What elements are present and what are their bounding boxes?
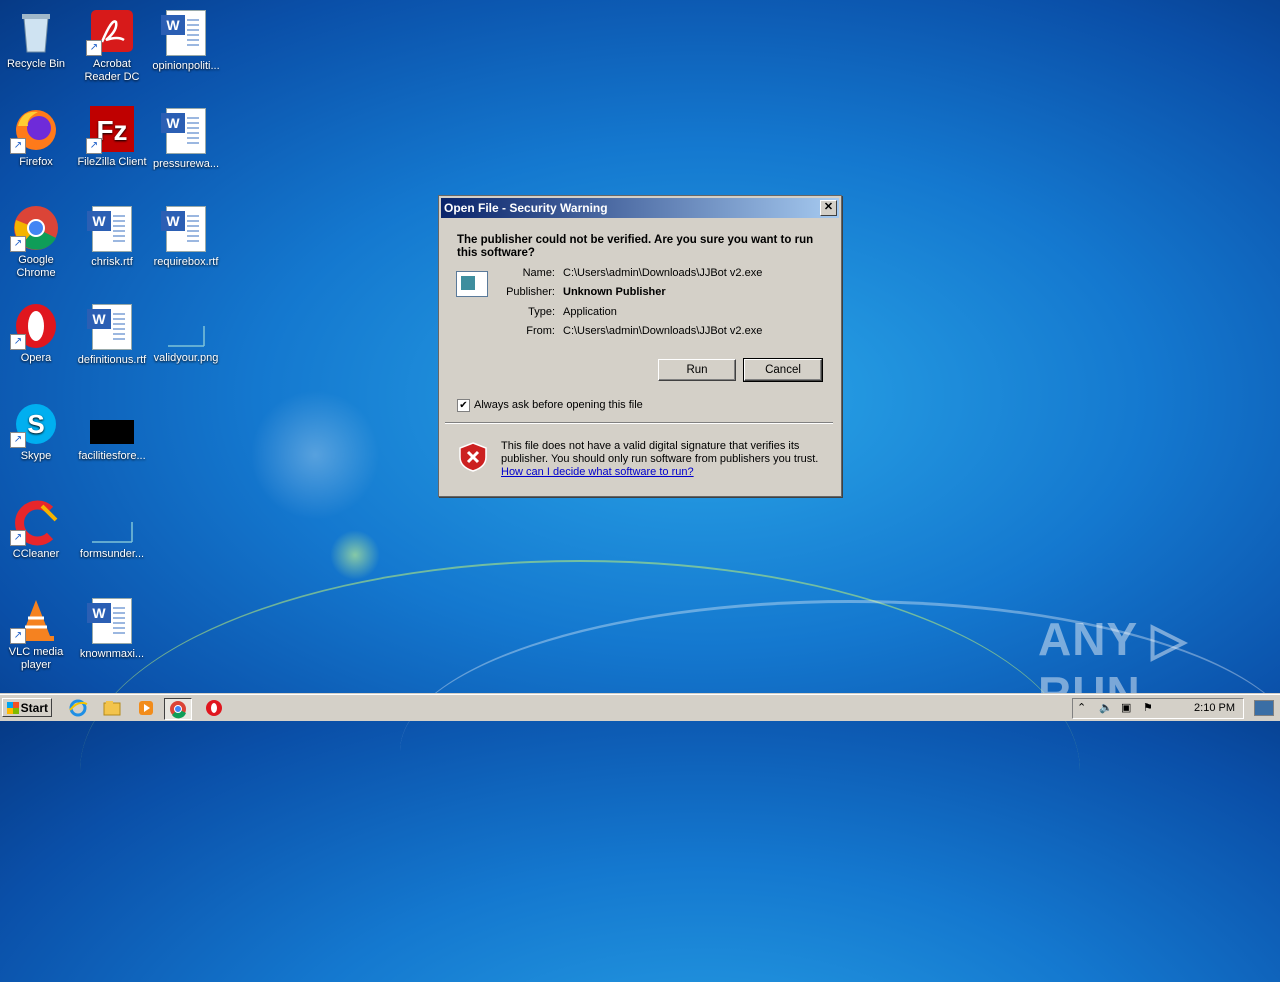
action-center-flag-icon[interactable]: ⚑ <box>1143 699 1153 718</box>
file-explorer-icon[interactable] <box>102 698 122 718</box>
skype-icon: S ↗ <box>10 400 60 448</box>
network-icon[interactable]: ▣ <box>1121 699 1131 718</box>
ccleaner-icon: ↗ <box>10 498 60 546</box>
desktop-icon-chrisk[interactable]: W chrisk.rtf <box>74 204 150 269</box>
word-document-icon: W <box>161 206 210 254</box>
shortcut-arrow-icon: ↗ <box>10 334 26 350</box>
desktop-icon-formsunder[interactable]: formsunder... <box>74 498 150 561</box>
help-link[interactable]: How can I decide what software to run? <box>501 466 694 478</box>
desktop-icon-firefox[interactable]: ↗ Firefox <box>0 106 74 169</box>
field-value: Application <box>563 306 617 318</box>
recycle-bin-icon <box>12 8 60 56</box>
acrobat-reader-icon: ↗ <box>86 8 136 56</box>
desktop-icon-opera[interactable]: ↗ Opera <box>0 302 74 365</box>
publisher-question: The publisher could not be verified. Are… <box>457 234 814 259</box>
start-label: Start <box>20 701 48 715</box>
word-document-icon: W <box>87 206 136 254</box>
taskbar: Start ⌃ 🔈 ▣ ⚑ 2:10 PM <box>0 694 1280 721</box>
internet-explorer-icon[interactable] <box>68 698 88 718</box>
desktop-icon-vlc[interactable]: ↗ VLC media player <box>0 596 74 672</box>
desktop-icon-knownmaxi[interactable]: W knownmaxi... <box>74 596 150 661</box>
shortcut-arrow-icon: ↗ <box>10 530 26 546</box>
run-button[interactable]: Run <box>658 359 736 381</box>
word-document-icon: W <box>87 598 136 646</box>
close-button[interactable]: ✕ <box>820 200 837 216</box>
chrome-icon: ↗ <box>10 204 60 252</box>
file-icon <box>88 498 136 546</box>
shortcut-arrow-icon: ↗ <box>10 138 26 154</box>
shortcut-arrow-icon: ↗ <box>10 628 26 644</box>
always-ask-checkbox[interactable]: ✔ <box>457 399 470 412</box>
desktop-icon-validyour[interactable]: validyour.png <box>148 302 224 365</box>
field-value: C:\Users\admin\Downloads\JJBot v2.exe <box>563 325 763 337</box>
desktop-icon-requirebox[interactable]: W requirebox.rtf <box>148 204 224 269</box>
field-value: Unknown Publisher <box>563 286 666 298</box>
field-value: C:\Users\admin\Downloads\JJBot v2.exe <box>563 267 763 279</box>
chrome-taskbar-icon[interactable] <box>164 698 192 720</box>
word-document-icon: W <box>87 304 136 352</box>
media-player-icon[interactable] <box>136 698 156 718</box>
desktop-icon-skype[interactable]: S ↗ Skype <box>0 400 74 463</box>
desktop-icon-acrobat[interactable]: ↗ Acrobat Reader DC <box>74 8 150 84</box>
wallpaper-flare <box>330 530 380 580</box>
desktop-icon-pressurewa[interactable]: W pressurewa... <box>148 106 224 171</box>
field-label: Publisher: <box>506 286 555 298</box>
word-document-icon: W <box>161 108 210 156</box>
svg-text:S: S <box>27 409 44 439</box>
windows-logo-icon <box>7 702 19 714</box>
divider <box>445 422 833 424</box>
warning-shield-icon <box>459 442 487 472</box>
opera-taskbar-icon[interactable] <box>204 698 224 718</box>
desktop-icon-ccleaner[interactable]: ↗ CCleaner <box>0 498 74 561</box>
wallpaper-flare <box>250 390 380 520</box>
show-hidden-icons-icon[interactable]: ⌃ <box>1077 699 1086 718</box>
field-label: Type: <box>528 306 555 318</box>
show-desktop-icon[interactable] <box>1254 700 1274 716</box>
field-label: Name: <box>522 267 555 279</box>
shortcut-arrow-icon: ↗ <box>10 432 26 448</box>
field-label: From: <box>526 325 555 337</box>
warning-message: This file does not have a valid digital … <box>501 440 821 479</box>
always-ask-label[interactable]: Always ask before opening this file <box>474 399 643 411</box>
volume-icon[interactable]: 🔈 <box>1099 699 1113 718</box>
start-button[interactable]: Start <box>2 698 52 717</box>
vlc-cone-icon: ↗ <box>10 596 60 644</box>
dialog-title: Open File - Security Warning <box>444 201 608 215</box>
shortcut-arrow-icon: ↗ <box>86 138 102 154</box>
shortcut-arrow-icon: ↗ <box>10 236 26 252</box>
system-tray: ⌃ 🔈 ▣ ⚑ 2:10 PM <box>1072 698 1244 719</box>
shortcut-arrow-icon: ↗ <box>86 40 102 56</box>
black-thumbnail-icon <box>88 400 136 448</box>
word-document-icon: W <box>161 10 210 58</box>
warning-text: This file does not have a valid digital … <box>501 440 819 465</box>
desktop-icon-chrome[interactable]: ↗ Google Chrome <box>0 204 74 280</box>
dialog-titlebar[interactable]: Open File - Security Warning ✕ <box>441 198 839 218</box>
firefox-icon: ↗ <box>10 106 60 154</box>
desktop-icon-opinionpoliti[interactable]: W opinionpoliti... <box>148 8 224 73</box>
desktop-icon-definitionus[interactable]: W definitionus.rtf <box>74 302 150 367</box>
cancel-button[interactable]: Cancel <box>743 358 823 382</box>
opera-icon: ↗ <box>10 302 60 350</box>
security-warning-dialog: Open File - Security Warning ✕ The publi… <box>438 195 842 497</box>
clock[interactable]: 2:10 PM <box>1194 699 1235 718</box>
desktop-icon-recycle-bin[interactable]: Recycle Bin <box>0 8 74 71</box>
desktop-icon-filezilla[interactable]: Fz ↗ FileZilla Client <box>74 106 150 169</box>
desktop-icon-facilitiesfore[interactable]: facilitiesfore... <box>74 400 150 463</box>
filezilla-icon: Fz ↗ <box>86 106 136 154</box>
image-file-icon <box>162 302 210 350</box>
